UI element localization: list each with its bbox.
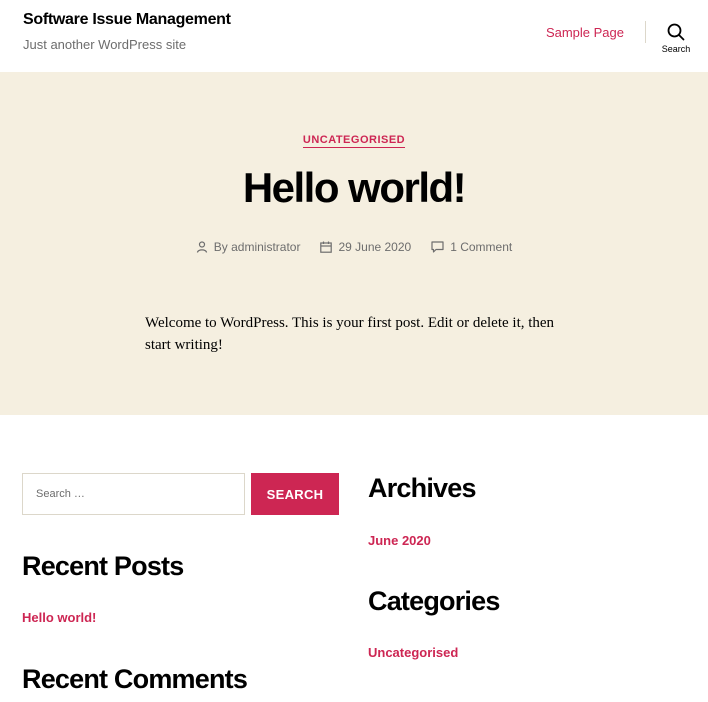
archives-title: Archives — [368, 473, 476, 503]
search-submit-button[interactable]: SEARCH — [251, 473, 339, 515]
post-category: UNCATEGORISED — [0, 130, 708, 148]
post-meta: By administrator 29 June 2020 1 Comment — [0, 240, 708, 254]
category-widget-link[interactable]: Uncategorised — [368, 645, 458, 660]
post-hero: UNCATEGORISED Hello world! By administra… — [0, 72, 708, 415]
recent-post-link[interactable]: Hello world! — [22, 610, 96, 625]
post-content: Welcome to WordPress. This is your first… — [145, 315, 555, 353]
post-title[interactable]: Hello world! — [0, 164, 708, 212]
date-link[interactable]: 29 June 2020 — [338, 240, 411, 254]
author-link[interactable]: By administrator — [214, 240, 301, 254]
site-title[interactable]: Software Issue Management — [23, 11, 231, 29]
nav-link-sample-page[interactable]: Sample Page — [546, 25, 624, 40]
search-toggle-button[interactable]: Search — [656, 20, 696, 60]
search-toggle-label: Search — [661, 44, 691, 54]
footer-widgets: SEARCH Recent Posts Hello world! Recent … — [0, 415, 708, 702]
post-comments: 1 Comment — [431, 240, 512, 254]
search-input[interactable] — [22, 473, 245, 515]
site-header: Software Issue Management Just another W… — [0, 0, 708, 72]
search-form: SEARCH — [22, 473, 339, 515]
site-description: Just another WordPress site — [23, 37, 187, 52]
post-author: By administrator — [196, 240, 301, 254]
search-icon — [667, 23, 685, 41]
calendar-icon — [320, 241, 333, 253]
categories-title: Categories — [368, 586, 500, 616]
recent-comments-title: Recent Comments — [22, 664, 248, 694]
archive-link[interactable]: June 2020 — [368, 533, 431, 548]
post-date: 29 June 2020 — [320, 240, 411, 254]
category-link[interactable]: UNCATEGORISED — [302, 134, 406, 148]
comment-icon — [431, 241, 444, 253]
nav-divider — [645, 21, 646, 43]
comments-link[interactable]: 1 Comment — [450, 240, 512, 254]
person-icon — [196, 241, 207, 253]
recent-posts-title: Recent Posts — [22, 551, 184, 581]
